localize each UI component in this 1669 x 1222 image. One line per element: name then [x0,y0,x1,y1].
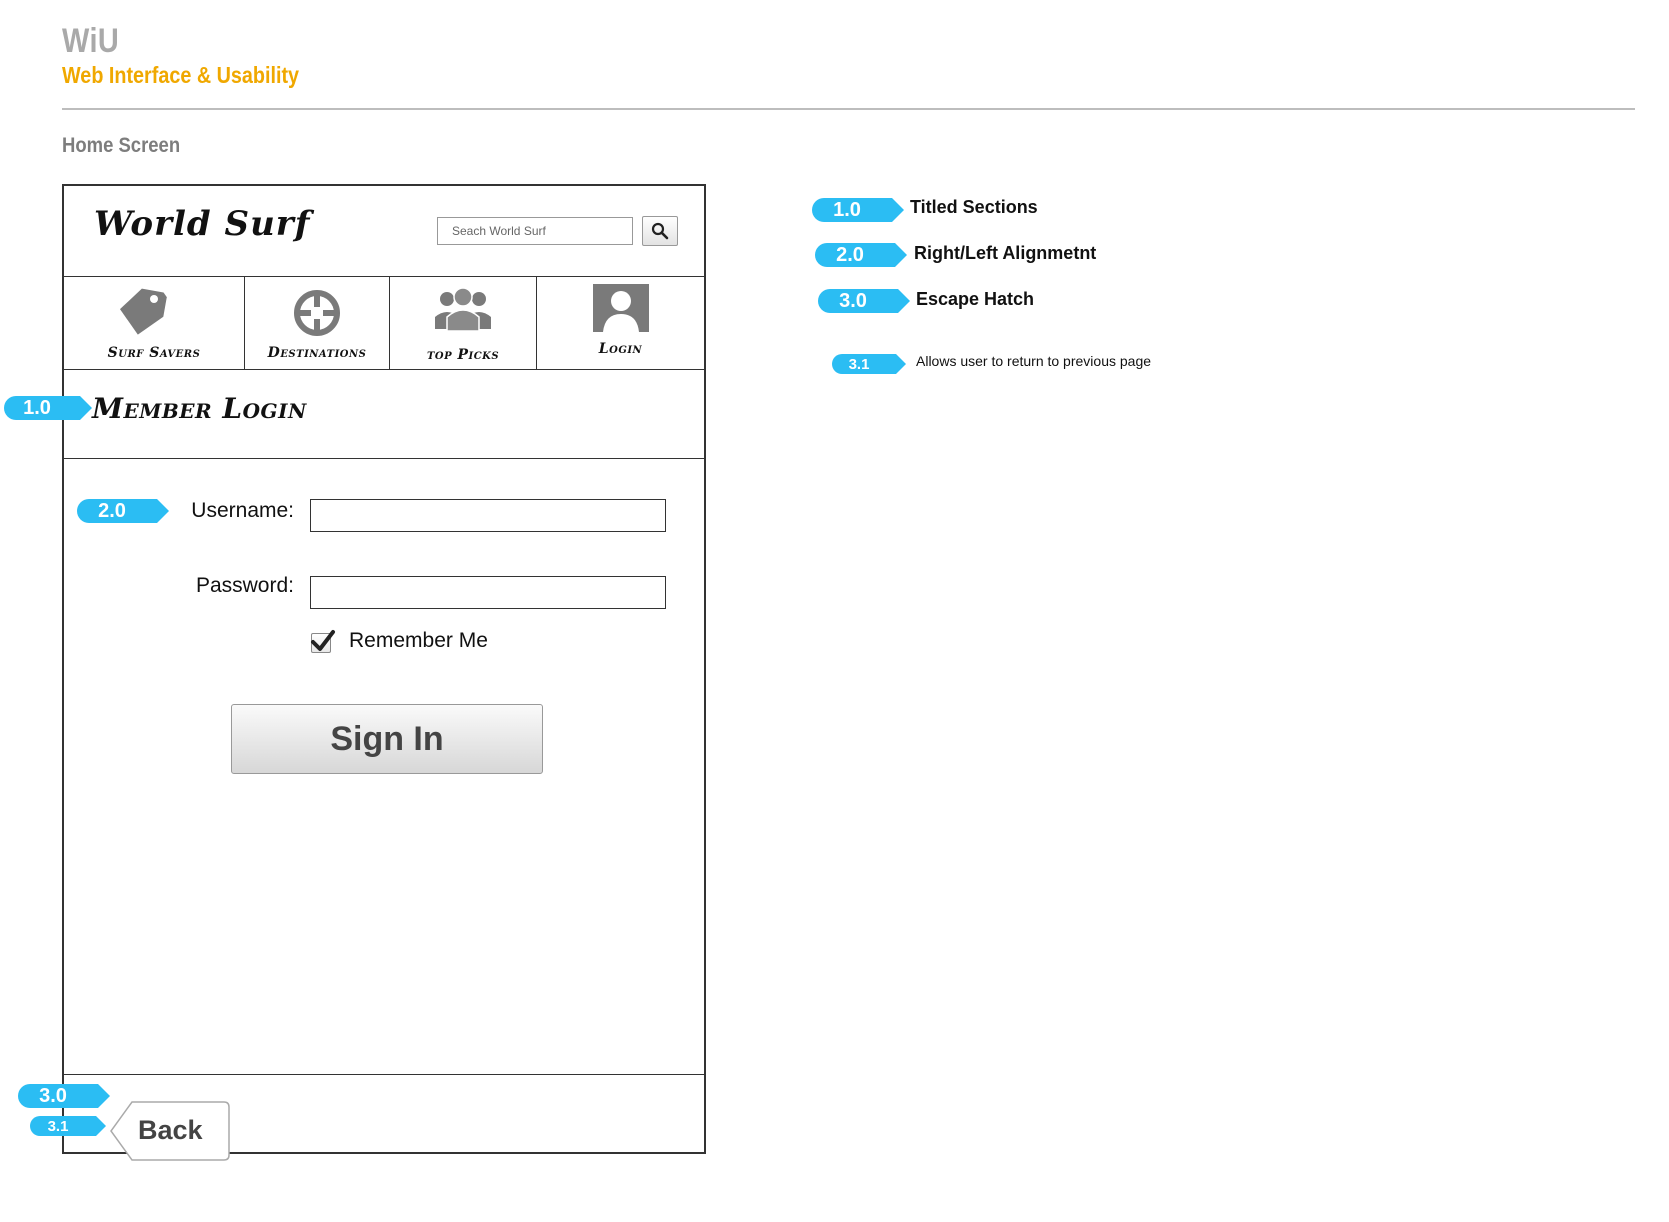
search-icon [651,222,669,240]
checkmark-icon [311,630,335,651]
username-label: Username: [191,499,294,522]
divider [64,458,704,459]
callout-badge-2-0: 2.0 [77,499,169,523]
back-label: Back [138,1115,203,1145]
callout-badge-3-0: 3.0 [18,1084,110,1108]
sign-in-button[interactable]: Sign In [231,704,543,774]
section-title: Member Login [92,392,307,425]
password-field[interactable] [310,576,666,609]
divider [64,1074,704,1075]
nav-label: top Picks [426,347,500,363]
brand-subtitle: Web Interface & Usability [62,62,300,88]
callout-badge-1-0: 1.0 [4,396,92,420]
legend-badge-1-0: 1.0 [812,198,904,222]
price-tag-icon [119,288,167,335]
nav-label: Destinations [267,345,367,361]
user-silhouette-icon [592,284,649,332]
nav-item-top-picks[interactable]: top Picks [390,277,537,369]
nav-item-login[interactable]: Login [537,277,704,369]
search-button[interactable] [642,216,678,246]
header-divider [62,108,1635,110]
brand-name: WiU [62,22,120,60]
legend-text-return: Allows user to return to previous page [916,353,1152,369]
password-label: Password: [195,574,294,597]
callout-badge-3-1: 3.1 [30,1116,106,1136]
legend-badge-3-0: 3.0 [818,289,910,313]
main-nav: Surf Savers Destinations top Picks Login [64,277,704,369]
legend-text-alignment: Right/Left Alignmetnt [914,243,1097,263]
remember-me-label: Remember Me [349,629,488,652]
screen-title: Home Screen [62,134,181,157]
divider [64,369,704,370]
app-logo[interactable]: World Surf [94,204,310,244]
nav-item-surf-savers[interactable]: Surf Savers [64,277,245,369]
legend-text-titled-sections: Titled Sections [910,197,1038,217]
back-button[interactable]: Back [110,1101,230,1161]
legend-badge-2-0: 2.0 [815,243,907,267]
group-icon [435,287,491,332]
search-input[interactable]: Seach World Surf [437,217,633,245]
remember-me-checkbox[interactable] [311,630,335,653]
nav-label: Login [598,341,643,357]
wireframe-frame: World Surf Seach World Surf Surf Savers [62,184,706,1161]
nav-label: Surf Savers [107,345,201,361]
nav-item-destinations[interactable]: Destinations [245,277,390,369]
crosshair-icon [294,290,340,336]
username-field[interactable] [310,499,666,532]
legend-text-escape-hatch: Escape Hatch [916,289,1035,309]
legend-badge-3-1: 3.1 [832,354,906,374]
